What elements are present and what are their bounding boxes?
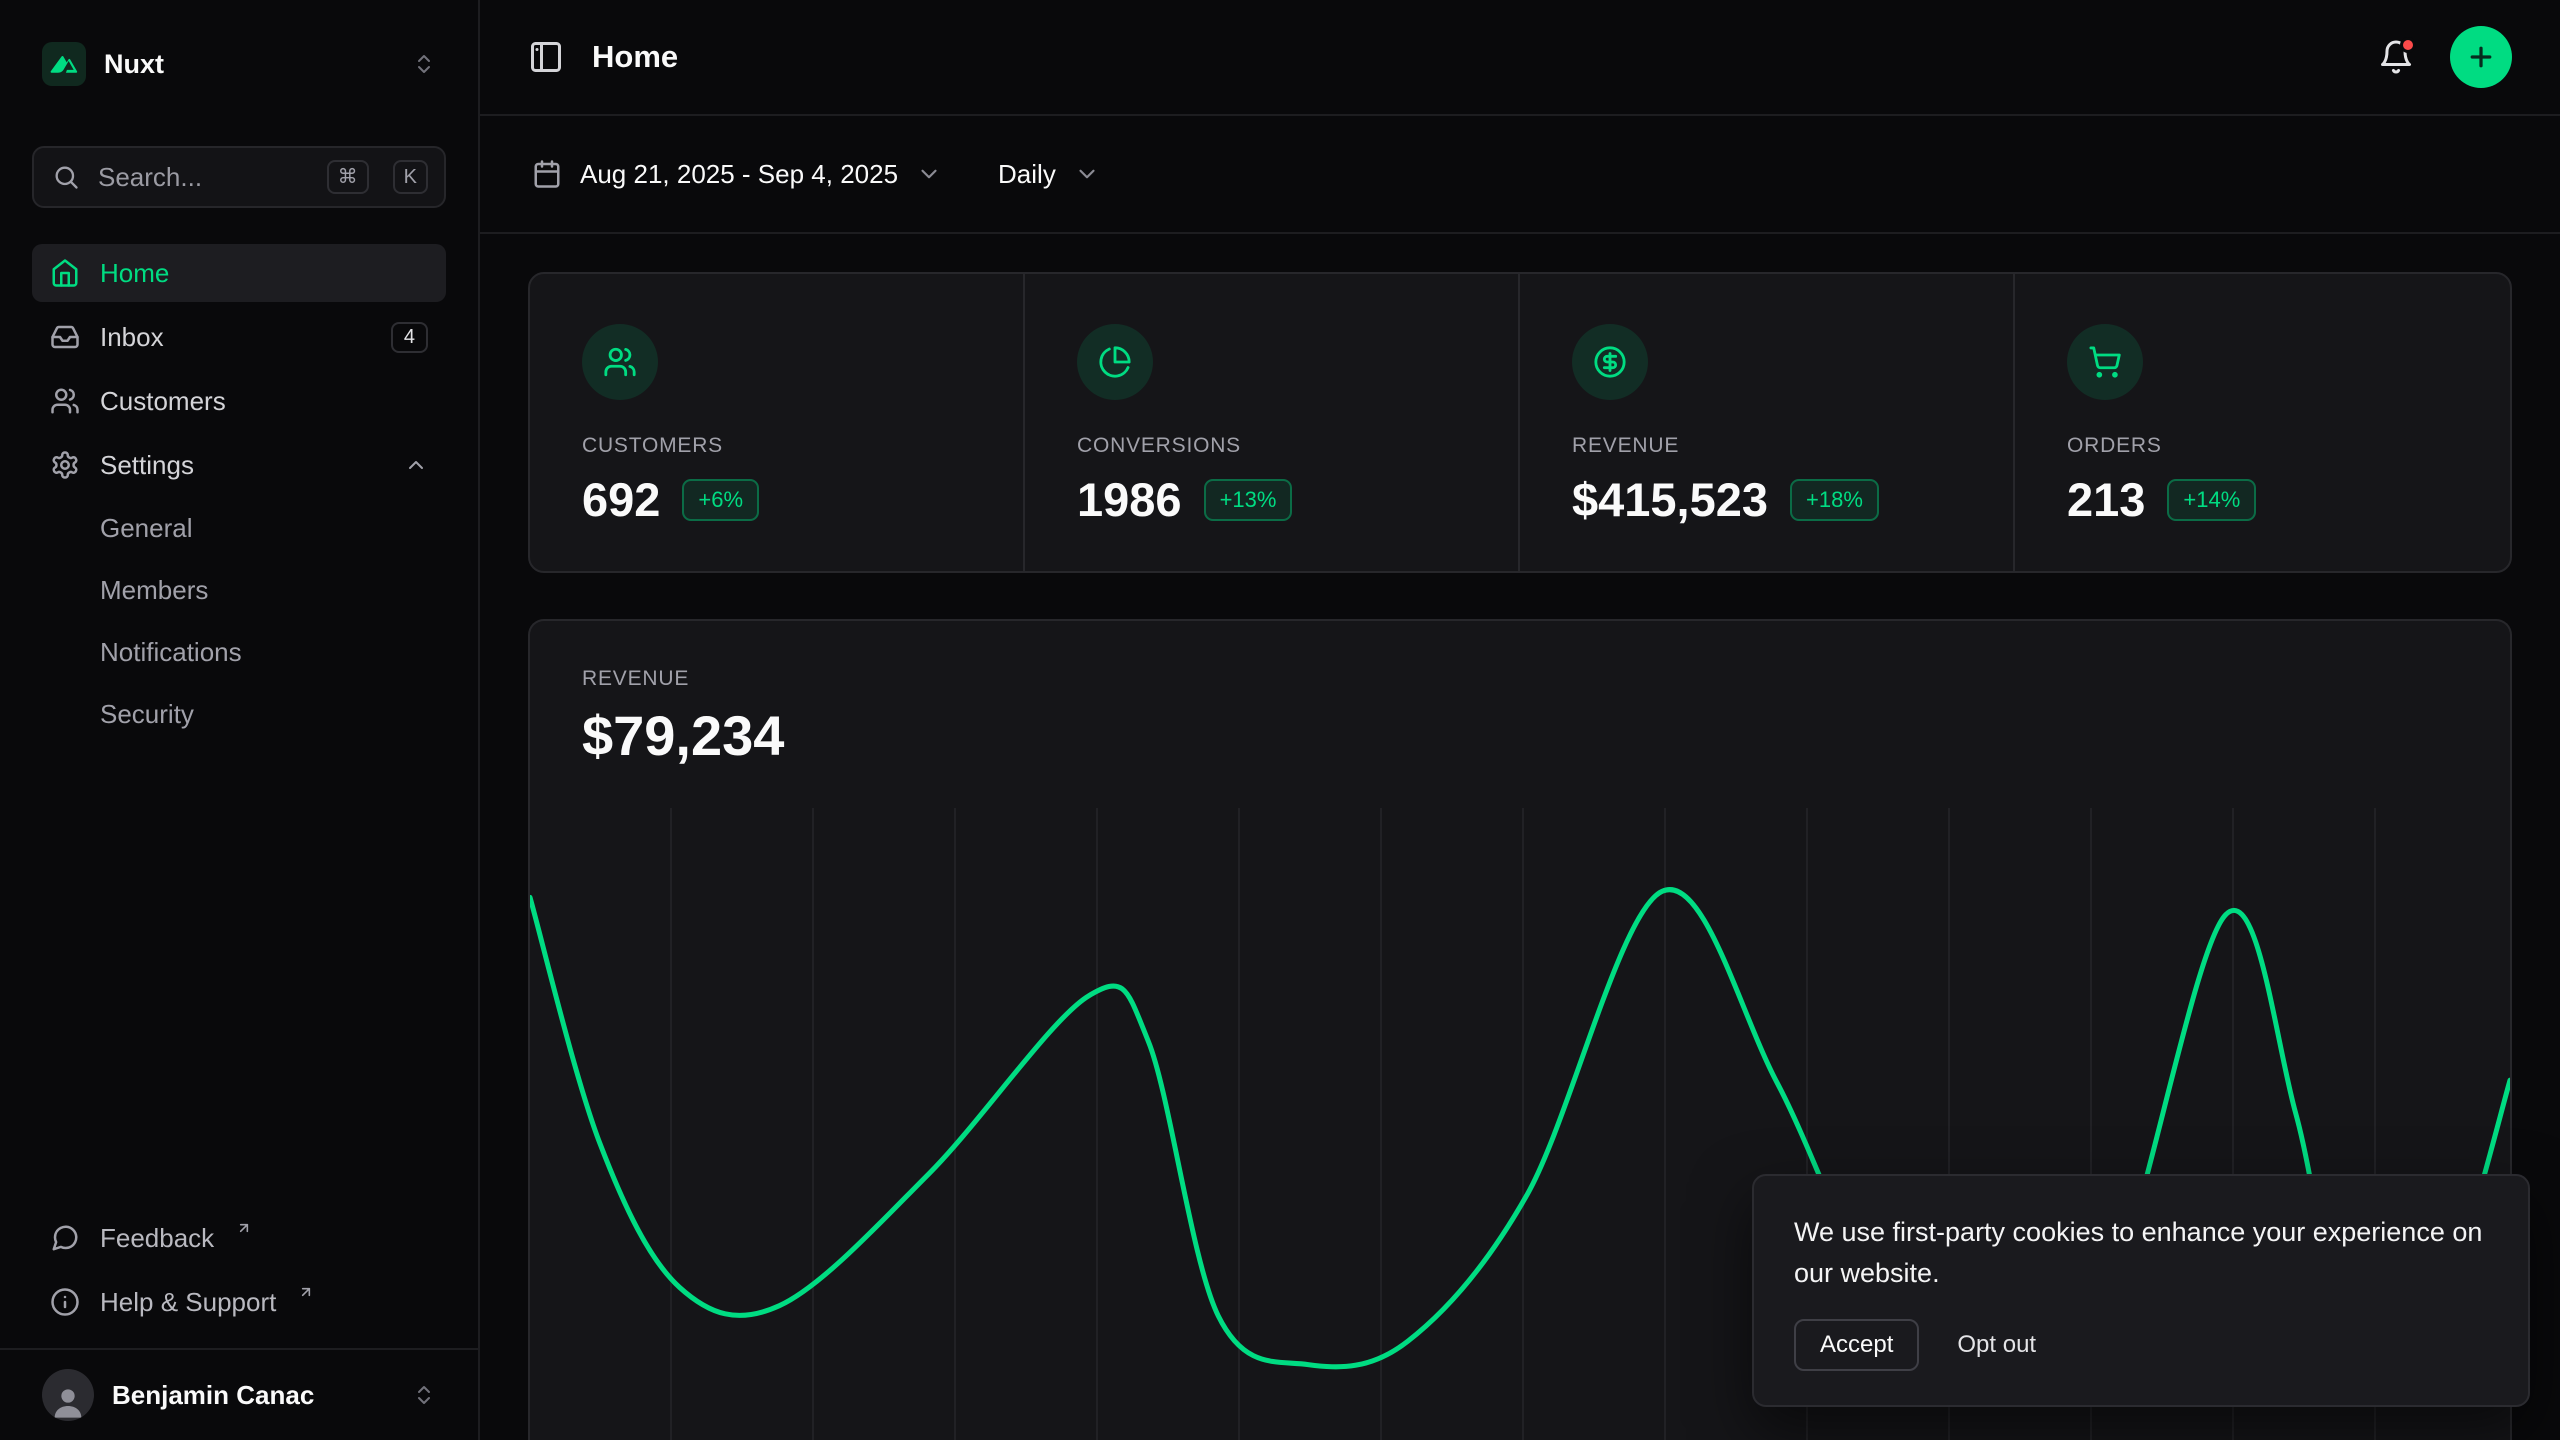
search-box[interactable]: ⌘ K	[32, 146, 446, 208]
stat-label: ORDERS	[2067, 434, 2458, 458]
notification-dot	[2400, 37, 2416, 53]
chevron-down-icon	[1074, 161, 1100, 187]
stat-delta-badge: +14%	[2167, 479, 2256, 521]
external-link-icon	[236, 1220, 252, 1236]
users-icon	[582, 324, 658, 400]
sidebar-item-customers[interactable]: Customers	[32, 372, 446, 430]
sidebar-item-inbox[interactable]: Inbox 4	[32, 308, 446, 366]
link-label: Feedback	[100, 1223, 214, 1254]
page-title: Home	[592, 39, 678, 75]
workspace-name: Nuxt	[104, 49, 164, 80]
sidebar-item-notifications[interactable]: Notifications	[32, 624, 446, 680]
workspace-switcher[interactable]: Nuxt	[32, 34, 446, 94]
help-support-link[interactable]: Help & Support	[32, 1274, 446, 1330]
revenue-chart-label: REVENUE	[582, 667, 2458, 691]
optout-cookies-button[interactable]: Opt out	[1957, 1331, 2036, 1359]
stat-label: CUSTOMERS	[582, 434, 971, 458]
message-bubble-icon	[50, 1223, 80, 1253]
gear-icon	[50, 450, 80, 480]
sidebar-footer-links: Feedback Help & Support	[0, 1210, 478, 1348]
chevron-up-icon	[404, 453, 428, 477]
info-circle-icon	[50, 1287, 80, 1317]
filters-toolbar: Aug 21, 2025 - Sep 4, 2025 Daily	[480, 116, 2560, 234]
sidebar-item-label: Notifications	[100, 637, 242, 668]
cookie-message: We use first-party cookies to enhance yo…	[1794, 1212, 2488, 1293]
stat-card-orders[interactable]: ORDERS 213 +14%	[2015, 274, 2510, 571]
chevrons-up-down-icon	[412, 1383, 436, 1407]
sidebar-item-label: General	[100, 513, 193, 544]
search-icon	[52, 163, 80, 191]
home-icon	[50, 258, 80, 288]
add-button[interactable]	[2450, 26, 2512, 88]
panel-toggle-icon[interactable]	[528, 39, 564, 75]
chevron-down-icon	[916, 161, 942, 187]
user-name: Benjamin Canac	[112, 1380, 314, 1411]
app: Nuxt ⌘ K Home	[0, 0, 2560, 1440]
stat-value: 1986	[1077, 472, 1182, 527]
header-actions	[2378, 26, 2512, 88]
nuxt-logo-icon	[42, 42, 86, 86]
sidebar-item-home[interactable]: Home	[32, 244, 446, 302]
sidebar-item-label: Inbox	[100, 322, 164, 353]
user-menu[interactable]: Benjamin Canac	[32, 1364, 446, 1426]
users-icon	[50, 386, 80, 416]
stat-delta-badge: +6%	[682, 479, 759, 521]
sidebar-item-label: Security	[100, 699, 194, 730]
sidebar-top: Nuxt ⌘ K Home	[0, 0, 478, 742]
avatar	[42, 1369, 94, 1421]
sidebar-item-label: Customers	[100, 386, 226, 417]
sidebar-nav: Home Inbox 4 Customers	[32, 244, 446, 742]
sidebar-item-label: Settings	[100, 450, 194, 481]
stat-delta-badge: +18%	[1790, 479, 1879, 521]
stat-value: 692	[582, 472, 660, 527]
calendar-icon	[532, 159, 562, 189]
inbox-icon	[50, 322, 80, 352]
kbd-k: K	[393, 160, 428, 194]
feedback-link[interactable]: Feedback	[32, 1210, 446, 1266]
stat-label: CONVERSIONS	[1077, 434, 1466, 458]
sidebar-user-section: Benjamin Canac	[0, 1348, 478, 1440]
stat-label: REVENUE	[1572, 434, 1961, 458]
cookie-actions: Accept Opt out	[1794, 1319, 2488, 1371]
notifications-button[interactable]	[2378, 39, 2414, 75]
chevrons-up-down-icon	[412, 52, 436, 76]
stat-card-revenue[interactable]: REVENUE $415,523 +18%	[1520, 274, 2015, 571]
date-range-label: Aug 21, 2025 - Sep 4, 2025	[580, 159, 898, 190]
kbd-cmd: ⌘	[327, 160, 369, 194]
link-label: Help & Support	[100, 1287, 276, 1318]
main-header: Home	[480, 0, 2560, 116]
pie-chart-icon	[1077, 324, 1153, 400]
external-link-icon	[298, 1284, 314, 1300]
stat-value: 213	[2067, 472, 2145, 527]
cookie-consent-toast: We use first-party cookies to enhance yo…	[1752, 1174, 2530, 1407]
stat-value: $415,523	[1572, 472, 1768, 527]
granularity-select[interactable]: Daily	[998, 159, 1100, 190]
sidebar-item-label: Members	[100, 575, 208, 606]
sidebar-item-settings[interactable]: Settings	[32, 436, 446, 494]
sidebar-item-members[interactable]: Members	[32, 562, 446, 618]
accept-cookies-button[interactable]: Accept	[1794, 1319, 1919, 1371]
sidebar: Nuxt ⌘ K Home	[0, 0, 480, 1440]
sidebar-item-security[interactable]: Security	[32, 686, 446, 742]
dollar-circle-icon	[1572, 324, 1648, 400]
stat-card-customers[interactable]: CUSTOMERS 692 +6%	[530, 274, 1025, 571]
stat-delta-badge: +13%	[1204, 479, 1293, 521]
shopping-cart-icon	[2067, 324, 2143, 400]
stat-card-conversions[interactable]: CONVERSIONS 1986 +13%	[1025, 274, 1520, 571]
sidebar-item-general[interactable]: General	[32, 500, 446, 556]
stats-row: CUSTOMERS 692 +6% CONVERSIONS 1986 +13%	[528, 272, 2512, 573]
revenue-chart-value: $79,234	[582, 703, 2458, 768]
granularity-label: Daily	[998, 159, 1056, 190]
revenue-chart-header: REVENUE $79,234	[530, 621, 2510, 768]
date-range-picker[interactable]: Aug 21, 2025 - Sep 4, 2025	[532, 159, 942, 190]
search-input[interactable]	[98, 162, 309, 193]
sidebar-item-label: Home	[100, 258, 169, 289]
sidebar-spacer	[0, 742, 478, 1210]
inbox-count-badge: 4	[391, 322, 428, 353]
